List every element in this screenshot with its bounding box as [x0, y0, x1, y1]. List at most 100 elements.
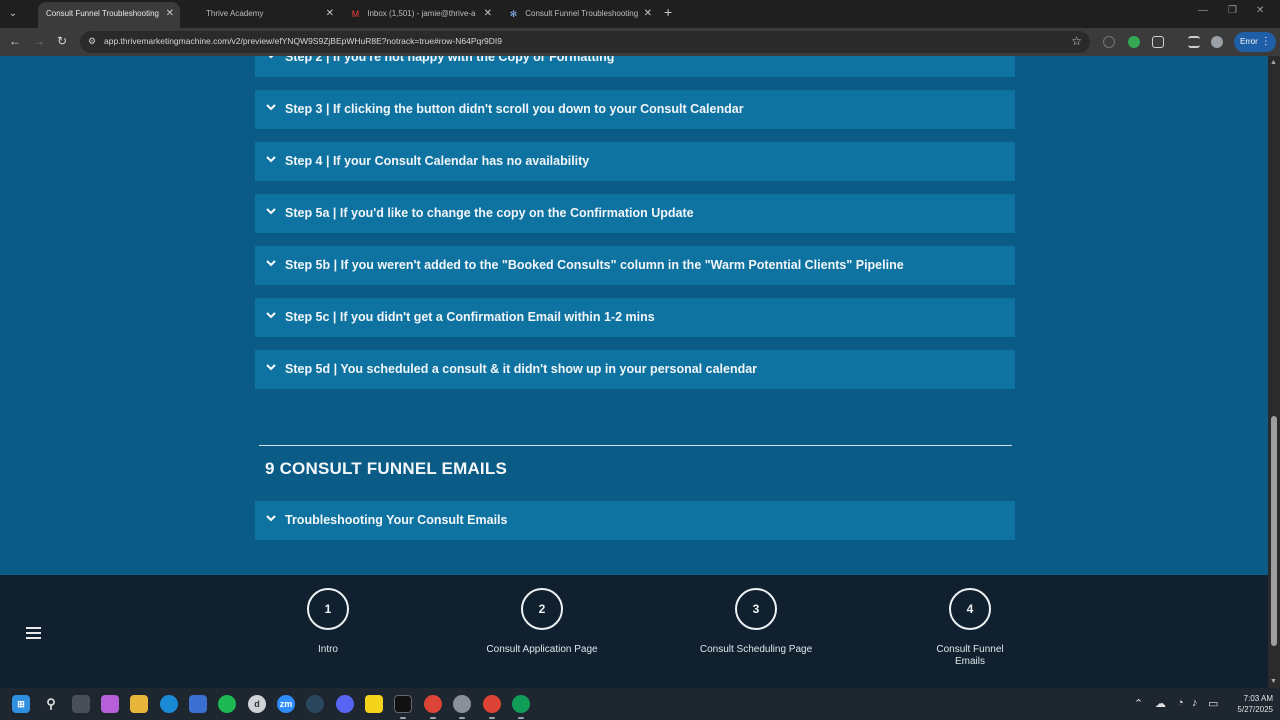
accordion-label: Step 5c | If you didn't get a Confirmati… — [285, 310, 655, 324]
bottom-step-nav: 1 Intro 2 Consult Application Page 3 Con… — [0, 575, 1268, 688]
hamburger-menu-icon[interactable] — [26, 627, 41, 639]
chrome-icon[interactable] — [424, 695, 442, 713]
more-menu-icon[interactable]: ⋮ — [1261, 32, 1271, 52]
step-nav-consult-scheduling[interactable]: 3 Consult Scheduling Page — [696, 588, 816, 656]
volume-icon[interactable]: ♪ — [1192, 697, 1198, 709]
chevron-down-icon — [265, 205, 277, 217]
app-d-icon[interactable]: d — [248, 695, 266, 713]
sticky-notes-icon[interactable] — [365, 695, 383, 713]
step-number[interactable]: 3 — [735, 588, 777, 630]
chevron-down-icon — [265, 101, 277, 113]
accordion-item-step-5a[interactable]: Step 5a | If you'd like to change the co… — [255, 194, 1015, 233]
section-heading: 9 CONSULT FUNNEL EMAILS — [265, 459, 507, 478]
search-icon[interactable]: ⚲ — [42, 695, 60, 713]
tab-search-icon[interactable]: ⌄ — [4, 5, 22, 23]
clock-date: 5/27/2025 — [1237, 705, 1273, 714]
running-indicator — [459, 717, 465, 719]
browser-tab-strip: ⌄ Consult Funnel Troubleshooting ✕ Thriv… — [0, 0, 1280, 28]
chevron-down-icon — [265, 361, 277, 373]
tab-consult-funnel-troubleshooting-2[interactable]: ✻ Consult Funnel Troubleshooting ✕ — [500, 2, 658, 28]
accordion-label: Step 5b | If you weren't added to the "B… — [285, 258, 904, 272]
accordion-label: Step 5d | You scheduled a consult & it d… — [285, 362, 758, 376]
onedrive-cloud-icon[interactable]: ☁ — [1155, 697, 1166, 710]
back-icon[interactable]: ← — [9, 34, 21, 48]
restore-icon[interactable]: ❐ — [1228, 5, 1237, 16]
edge-icon[interactable] — [160, 695, 178, 713]
step-nav-consult-application[interactable]: 2 Consult Application Page — [482, 588, 602, 656]
forward-icon[interactable]: → — [33, 34, 45, 48]
tray-chevron-up-icon[interactable]: ⌃ — [1134, 697, 1143, 710]
chevron-down-icon — [265, 512, 277, 524]
error-label: Error — [1240, 37, 1258, 46]
step-label: Consult Funnel Emails — [936, 644, 1004, 667]
task-view-icon[interactable] — [72, 695, 90, 713]
clock-time: 7:03 AM — [1243, 694, 1273, 703]
accordion-item-step-5d[interactable]: Step 5d | You scheduled a consult & it d… — [255, 350, 1015, 389]
extension-icon[interactable] — [1128, 36, 1140, 48]
step-label: Consult Scheduling Page — [699, 644, 813, 655]
chrome-profile-2-icon[interactable] — [512, 695, 530, 713]
chevron-down-icon — [265, 257, 277, 269]
close-tab-icon[interactable]: ✕ — [326, 2, 334, 26]
steam-icon[interactable] — [306, 695, 324, 713]
discord-icon[interactable] — [336, 695, 354, 713]
terminal-icon[interactable] — [394, 695, 412, 713]
site-info-icon[interactable]: ⚙ — [88, 36, 98, 46]
spotify-icon[interactable] — [218, 695, 236, 713]
file-explorer-icon[interactable] — [130, 695, 148, 713]
settings-gear-icon[interactable] — [453, 695, 471, 713]
windows-start-icon[interactable]: ⊞ — [12, 695, 30, 713]
section-divider — [259, 445, 1012, 446]
browser-toolbar: ← → ↻ ⚙ app.thrivemarketingmachine.com/v… — [0, 28, 1280, 56]
accordion-item-step-3[interactable]: Step 3 | If clicking the button didn't s… — [255, 90, 1015, 129]
page-scrollbar[interactable]: ▲ ▼ — [1268, 56, 1280, 688]
running-indicator — [489, 717, 495, 719]
accordion-label: Troubleshooting Your Consult Emails — [285, 513, 508, 527]
battery-icon[interactable]: ▭ — [1208, 697, 1218, 710]
accordion-label: Step 4 | If your Consult Calendar has no… — [285, 154, 590, 168]
profile-avatar[interactable] — [1211, 36, 1223, 48]
taskbar-clock[interactable]: 7:03 AM 5/27/2025 — [1225, 693, 1273, 715]
accordion-item-step-5b[interactable]: Step 5b | If you weren't added to the "B… — [255, 246, 1015, 285]
tab-title: Consult Funnel Troubleshooting — [525, 9, 639, 18]
tab-inbox[interactable]: M Inbox (1,501) - jamie@thrive-a ✕ — [342, 2, 498, 28]
scroll-down-icon[interactable]: ▼ — [1270, 678, 1277, 685]
os-taskbar: ⊞ ⚲ d zm ⌃ ☁ ◔ ♪ ▭ 7:03 AM 5/27/2025 — [0, 688, 1280, 720]
error-button[interactable]: Error ⋮ — [1234, 32, 1276, 52]
extensions-puzzle-icon[interactable] — [1152, 36, 1164, 48]
close-tab-icon[interactable]: ✕ — [644, 2, 652, 26]
step-number[interactable]: 4 — [949, 588, 991, 630]
reload-icon[interactable]: ↻ — [57, 34, 67, 48]
url-text[interactable]: app.thrivemarketingmachine.com/v2/previe… — [104, 36, 502, 46]
gear-icon: ✻ — [509, 8, 518, 19]
bookmark-star-icon[interactable]: ☆ — [1071, 34, 1082, 48]
chevron-down-icon — [265, 56, 277, 61]
minimize-icon[interactable]: — — [1198, 5, 1208, 16]
chrome-profile-icon[interactable] — [483, 695, 501, 713]
tab-thrive-academy[interactable]: Thrive Academy ✕ — [198, 2, 340, 28]
zoom-icon[interactable]: zm — [277, 695, 295, 713]
step-nav-intro[interactable]: 1 Intro — [268, 588, 388, 656]
wifi-icon[interactable]: ◔ — [1177, 697, 1184, 709]
accordion-item-step-5c[interactable]: Step 5c | If you didn't get a Confirmati… — [255, 298, 1015, 337]
accordion-item-troubleshooting-emails[interactable]: Troubleshooting Your Consult Emails — [255, 501, 1015, 540]
step-nav-consult-funnel-emails[interactable]: 4 Consult Funnel Emails — [910, 588, 1030, 668]
window-close-icon[interactable]: ✕ — [1256, 5, 1264, 16]
accordion-item-step-4[interactable]: Step 4 | If your Consult Calendar has no… — [255, 142, 1015, 181]
running-indicator — [400, 717, 406, 719]
tab-consult-funnel-troubleshooting[interactable]: Consult Funnel Troubleshooting ✕ — [38, 2, 180, 28]
copilot-icon[interactable] — [101, 695, 119, 713]
new-tab-button[interactable]: + — [664, 4, 672, 20]
step-number[interactable]: 1 — [307, 588, 349, 630]
accordion-item-step-2[interactable]: Step 2 | If you're not happy with the Co… — [255, 56, 1015, 77]
reading-list-icon[interactable] — [1188, 36, 1200, 48]
running-indicator — [430, 717, 436, 719]
close-tab-icon[interactable]: ✕ — [166, 2, 174, 26]
scroll-up-icon[interactable]: ▲ — [1270, 59, 1277, 66]
store-icon[interactable] — [189, 695, 207, 713]
close-tab-icon[interactable]: ✕ — [484, 2, 492, 26]
step-number[interactable]: 2 — [521, 588, 563, 630]
scroll-thumb[interactable] — [1271, 416, 1277, 646]
accordion-label: Step 2 | If you're not happy with the Co… — [285, 56, 615, 64]
address-bar[interactable]: ⚙ app.thrivemarketingmachine.com/v2/prev… — [80, 31, 1090, 53]
